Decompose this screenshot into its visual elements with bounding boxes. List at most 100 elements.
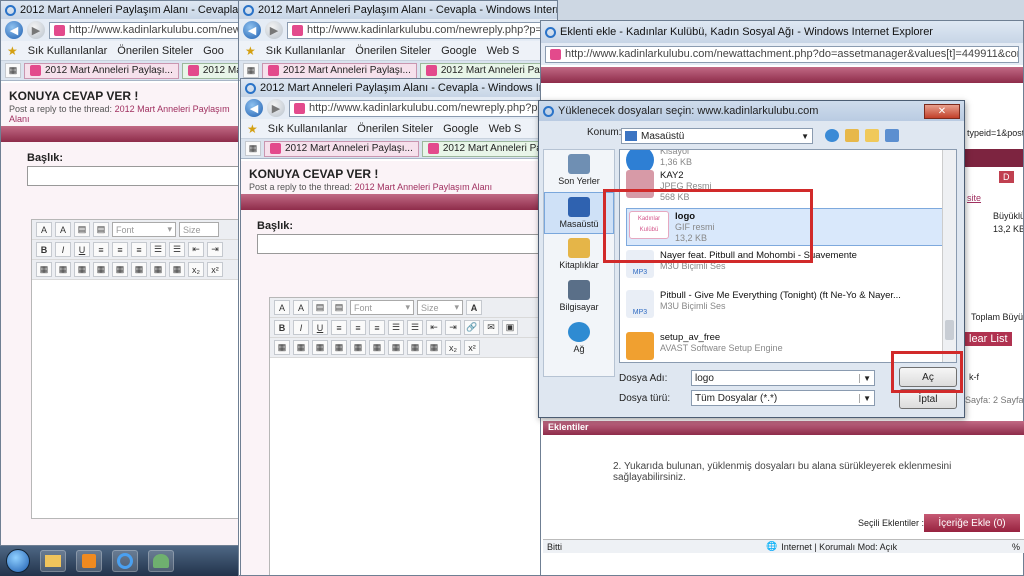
drop-zone-text[interactable]: 2. Yukarıda bulunan, yüklenmiş dosyaları… [543, 435, 1024, 483]
paste-icon[interactable]: ▤ [74, 222, 90, 237]
indent-icon[interactable]: ⇥ [207, 242, 223, 257]
favorites-link[interactable]: Sık Kullanılanlar [268, 123, 348, 135]
align-left-icon[interactable]: ≡ [331, 320, 347, 335]
thread-link[interactable]: 2012 Mart Anneleri Paylaşım Alanı [355, 182, 493, 192]
place-computer[interactable]: Bilgisayar [544, 276, 614, 318]
side-site-link[interactable]: site [967, 193, 981, 203]
window-title-bar[interactable]: 2012 Mart Anneleri Paylaşım Alanı - Ceva… [1, 1, 249, 19]
outdent-icon[interactable]: ⇤ [426, 320, 442, 335]
underline-icon[interactable]: U [74, 242, 90, 257]
table-icon[interactable]: ▦ [131, 262, 147, 277]
folder-icon[interactable] [40, 550, 66, 572]
quick-tabs-icon[interactable]: ▦ [243, 63, 259, 78]
suggested-sites-link[interactable]: Önerilen Siteler [357, 123, 433, 135]
table-icon[interactable]: ▦ [36, 262, 52, 277]
highlight-icon[interactable]: A [293, 300, 309, 315]
table-icon[interactable]: ▦ [350, 340, 366, 355]
align-right-icon[interactable]: ≡ [369, 320, 385, 335]
link-icon[interactable]: 🔗 [464, 320, 480, 335]
message-editor[interactable]: AA ▤ ▤ Font ▾ Size BIU ≡ ≡ ≡ ☰ ☰ ⇤ ⇥ ▦ ▦ ▦ ▦ ▦ ▦ ▦ ▦ x… [31, 219, 249, 519]
ordered-list-icon[interactable]: ☰ [150, 242, 166, 257]
view-menu-icon[interactable] [885, 129, 899, 142]
file-item-pitbull[interactable]: MP3 Pitbull - Give Me Everything (Tonight… [626, 290, 946, 318]
forward-arrow-icon[interactable]: ▶ [265, 21, 283, 39]
table-icon[interactable]: ▦ [150, 262, 166, 277]
table-icon[interactable]: ▦ [74, 262, 90, 277]
font-color-icon[interactable]: A [36, 222, 52, 237]
font-select[interactable]: Font ▾ [350, 300, 414, 315]
back-arrow-icon[interactable]: ◀ [245, 99, 263, 117]
table-icon[interactable]: ▦ [426, 340, 442, 355]
favorites-star-icon[interactable]: ★ [7, 44, 18, 58]
file-checkbox-label[interactable]: k-f [969, 372, 979, 382]
underline-icon[interactable]: U [312, 320, 328, 335]
subscript-icon[interactable]: x₂ [445, 340, 461, 355]
table-icon[interactable]: ▦ [169, 262, 185, 277]
favorites-link[interactable]: Sık Kullanılanlar [266, 45, 346, 57]
security-zone[interactable]: Internet | Korumalı Mod: Açık [781, 542, 897, 552]
media-player-icon[interactable] [76, 550, 102, 572]
unordered-list-icon[interactable]: ☰ [407, 320, 423, 335]
file-type-select[interactable]: Tüm Dosyalar (*.*) ▼ [691, 390, 875, 406]
size-select[interactable]: Size ▾ [417, 300, 463, 315]
close-icon[interactable]: ✕ [924, 103, 960, 119]
bold-icon[interactable]: B [274, 320, 290, 335]
table-icon[interactable]: ▦ [407, 340, 423, 355]
table-icon[interactable]: ▦ [388, 340, 404, 355]
font-color-icon[interactable]: A [274, 300, 290, 315]
web-slice-link[interactable]: Web S [487, 45, 520, 57]
google-link[interactable]: Goo [203, 45, 224, 57]
favorites-star-icon[interactable]: ★ [245, 44, 256, 58]
browser-tab-1[interactable]: 2012 Mart Anneleri Paylaşı... [262, 62, 417, 79]
google-link[interactable]: Google [441, 45, 476, 57]
unordered-list-icon[interactable]: ☰ [169, 242, 185, 257]
favorites-link[interactable]: Sık Kullanılanlar [28, 45, 108, 57]
file-name-input[interactable]: logo ▼ [691, 370, 875, 386]
suggested-sites-link[interactable]: Önerilen Siteler [355, 45, 431, 57]
message-editor[interactable]: AA ▤ ▤ Font ▾ Size ▾ A BIU ≡ ≡ ≡ ☰ ☰ ⇤ ⇥ 🔗 ✉ ▣ ▦ ▦ ▦… [269, 297, 549, 575]
address-bar[interactable]: http://www.kadinlarkulubu.com/newreply.p… [287, 21, 553, 39]
italic-icon[interactable]: I [55, 242, 71, 257]
dialog-title-bar[interactable]: Yüklenecek dosyaları seçin: www.kadinlar… [539, 101, 964, 121]
address-bar[interactable]: http://www.kadinlarkulubu.com/newreply.p… [289, 99, 555, 117]
forward-arrow-icon[interactable]: ▶ [27, 21, 45, 39]
align-left-icon[interactable]: ≡ [93, 242, 109, 257]
bold-icon[interactable]: B [36, 242, 52, 257]
indent-icon[interactable]: ⇥ [445, 320, 461, 335]
users-icon[interactable] [148, 550, 174, 572]
address-bar[interactable]: http://www.kadinlarkulubu.com/newattachm… [545, 45, 1019, 63]
side-d-button[interactable]: D [999, 171, 1014, 183]
browser-tab-2[interactable]: 2012 Mart Anneleri Paylaşı... [419, 62, 557, 79]
title-input[interactable] [257, 234, 547, 254]
window-title-bar[interactable]: 2012 Mart Anneleri Paylaşım Alanı - Ceva… [239, 1, 557, 19]
start-button[interactable] [6, 549, 30, 573]
file-list-scrollbar[interactable] [942, 150, 956, 362]
paste-text-icon[interactable]: ▤ [93, 222, 109, 237]
zoom-level[interactable]: % [1012, 542, 1020, 552]
superscript-icon[interactable]: x² [464, 340, 480, 355]
window-title-bar[interactable]: 2012 Mart Anneleri Paylaşım Alanı - Ceva… [241, 79, 559, 97]
align-center-icon[interactable]: ≡ [350, 320, 366, 335]
table-icon[interactable]: ▦ [293, 340, 309, 355]
clear-list-button[interactable]: lear List [965, 332, 1012, 346]
table-icon[interactable]: ▦ [112, 262, 128, 277]
table-icon[interactable]: ▦ [93, 262, 109, 277]
table-icon[interactable]: ▦ [369, 340, 385, 355]
window-title-bar[interactable]: Eklenti ekle - Kadınlar Kulübü, Kadın So… [541, 21, 1023, 43]
table-icon[interactable]: ▦ [312, 340, 328, 355]
align-right-icon[interactable]: ≡ [131, 242, 147, 257]
browser-tab-1[interactable]: 2012 Mart Anneleri Paylaşı... [264, 140, 419, 157]
back-arrow-icon[interactable]: ◀ [5, 21, 23, 39]
place-recent[interactable]: Son Yerler [544, 150, 614, 192]
ordered-list-icon[interactable]: ☰ [388, 320, 404, 335]
place-network[interactable]: Ağ [544, 318, 614, 360]
insert-attachments-button[interactable]: İçeriğe Ekle (0) [924, 514, 1020, 532]
internet-explorer-icon[interactable] [112, 550, 138, 572]
forward-arrow-icon[interactable]: ▶ [267, 99, 285, 117]
superscript-icon[interactable]: x² [207, 262, 223, 277]
outdent-icon[interactable]: ⇤ [188, 242, 204, 257]
subscript-icon[interactable]: x₂ [188, 262, 204, 277]
image-icon[interactable]: ▣ [502, 320, 518, 335]
italic-icon[interactable]: I [293, 320, 309, 335]
location-select[interactable]: Masaüstü ▼ [621, 128, 813, 144]
